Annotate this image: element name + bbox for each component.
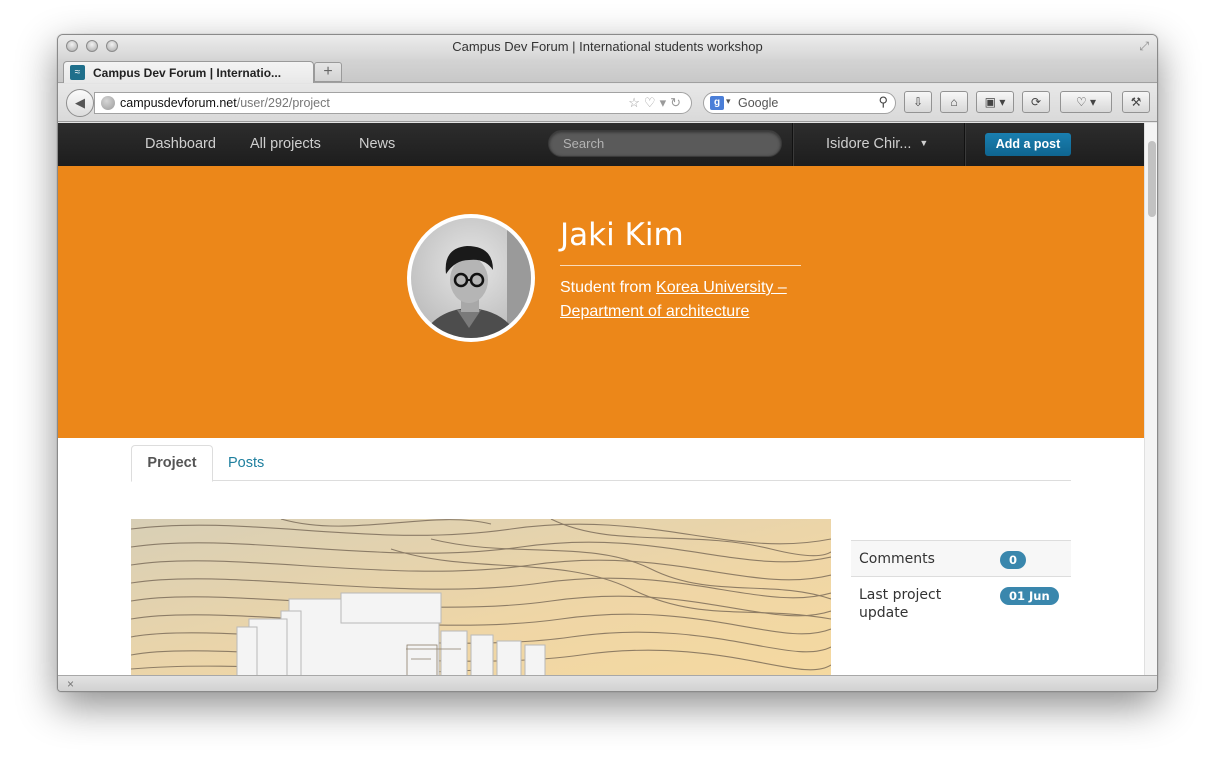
add-post-button[interactable]: Add a post (985, 133, 1071, 156)
bookmark-star-icon[interactable]: ☆ (628, 95, 644, 110)
search-engine-label: Google (738, 96, 779, 110)
last-update-badge: 01 Jun (1000, 587, 1059, 605)
search-bar[interactable]: g ▾ Google ⚲ (703, 92, 896, 114)
search-icon[interactable]: ⚲ (878, 94, 888, 110)
pocket-icon[interactable]: ♡ (644, 95, 660, 110)
nav-dashboard[interactable]: Dashboard (145, 136, 216, 152)
url-text: campusdevforum.net/user/292/project (120, 96, 330, 110)
engine-caret-icon[interactable]: ▾ (726, 96, 731, 107)
history-dropdown-icon[interactable]: ▾ (660, 95, 671, 110)
sync-button[interactable]: ⟳ (1022, 91, 1050, 113)
tab-project[interactable]: Project (131, 445, 213, 482)
browser-tab-active[interactable]: ≈ Campus Dev Forum | Internatio... (63, 61, 314, 83)
address-bar[interactable]: campusdevforum.net/user/292/project ☆♡▾↻ (94, 92, 692, 114)
avatar-photo (411, 218, 531, 338)
user-menu[interactable]: Isidore Chir... ▼ (826, 136, 928, 152)
site-navbar: Dashboard All projects News Isidore Chir… (58, 123, 1144, 166)
pocket-menu-button[interactable]: ♡ ▾ (1060, 91, 1112, 113)
site-search-input[interactable] (549, 131, 781, 156)
browser-toolbar: ◀ campusdevforum.net/user/292/project ☆♡… (58, 84, 1157, 122)
browser-window: Campus Dev Forum | International student… (57, 34, 1158, 692)
google-icon[interactable]: g (710, 96, 724, 110)
profile-description: Student from Korea University – Departme… (560, 279, 787, 320)
browser-tab-label: Campus Dev Forum | Internatio... (93, 66, 282, 80)
tools-button[interactable]: ⚒ (1122, 91, 1150, 113)
new-tab-button[interactable]: + (314, 62, 342, 82)
table-row: Last project update 01 Jun (851, 577, 1071, 629)
downloads-button[interactable]: ⇩ (904, 91, 932, 113)
vertical-scrollbar[interactable] (1144, 123, 1157, 675)
profile-header: Jaki Kim Student from Korea University –… (58, 166, 1144, 438)
reload-icon[interactable]: ↻ (670, 95, 685, 110)
project-image (131, 519, 831, 675)
avatar (407, 214, 535, 342)
back-button[interactable]: ◀ (66, 89, 94, 117)
globe-icon (101, 96, 115, 110)
bookmarks-menu-button[interactable]: ▣ ▾ (976, 91, 1014, 113)
project-info-table: Comments 0 Last project update 01 Jun (851, 540, 1071, 629)
profile-divider (560, 265, 801, 266)
close-addon-bar-icon[interactable]: × (67, 677, 74, 691)
home-button[interactable]: ⌂ (940, 91, 968, 113)
tab-posts[interactable]: Posts (228, 445, 264, 481)
comments-count-badge: 0 (1000, 551, 1027, 569)
page-viewport: Dashboard All projects News Isidore Chir… (58, 123, 1144, 675)
tab-strip: ≈ Campus Dev Forum | Internatio... + (58, 59, 1157, 83)
title-bar: Campus Dev Forum | International student… (58, 35, 1157, 59)
info-label-last-update: Last project update (859, 587, 942, 621)
table-row: Comments 0 (851, 541, 1071, 577)
status-bar: × (58, 675, 1157, 691)
info-label-comments: Comments (859, 551, 935, 567)
nav-news[interactable]: News (359, 136, 395, 152)
site-favicon-icon: ≈ (70, 65, 85, 80)
caret-down-icon: ▼ (919, 138, 929, 148)
url-actions: ☆♡▾↻ (628, 95, 685, 111)
content-tabs: Project Posts (131, 445, 1071, 482)
nav-all-projects[interactable]: All projects (250, 136, 321, 152)
user-name: Isidore Chir... (826, 136, 912, 152)
fullscreen-icon[interactable]: ⤢ (1139, 39, 1149, 54)
nav-divider (964, 123, 965, 166)
site-search (548, 130, 782, 157)
nav-divider (792, 123, 793, 166)
profile-name: Jaki Kim (560, 217, 684, 253)
window-title: Campus Dev Forum | International student… (452, 39, 763, 54)
scrollbar-thumb[interactable] (1148, 141, 1156, 217)
